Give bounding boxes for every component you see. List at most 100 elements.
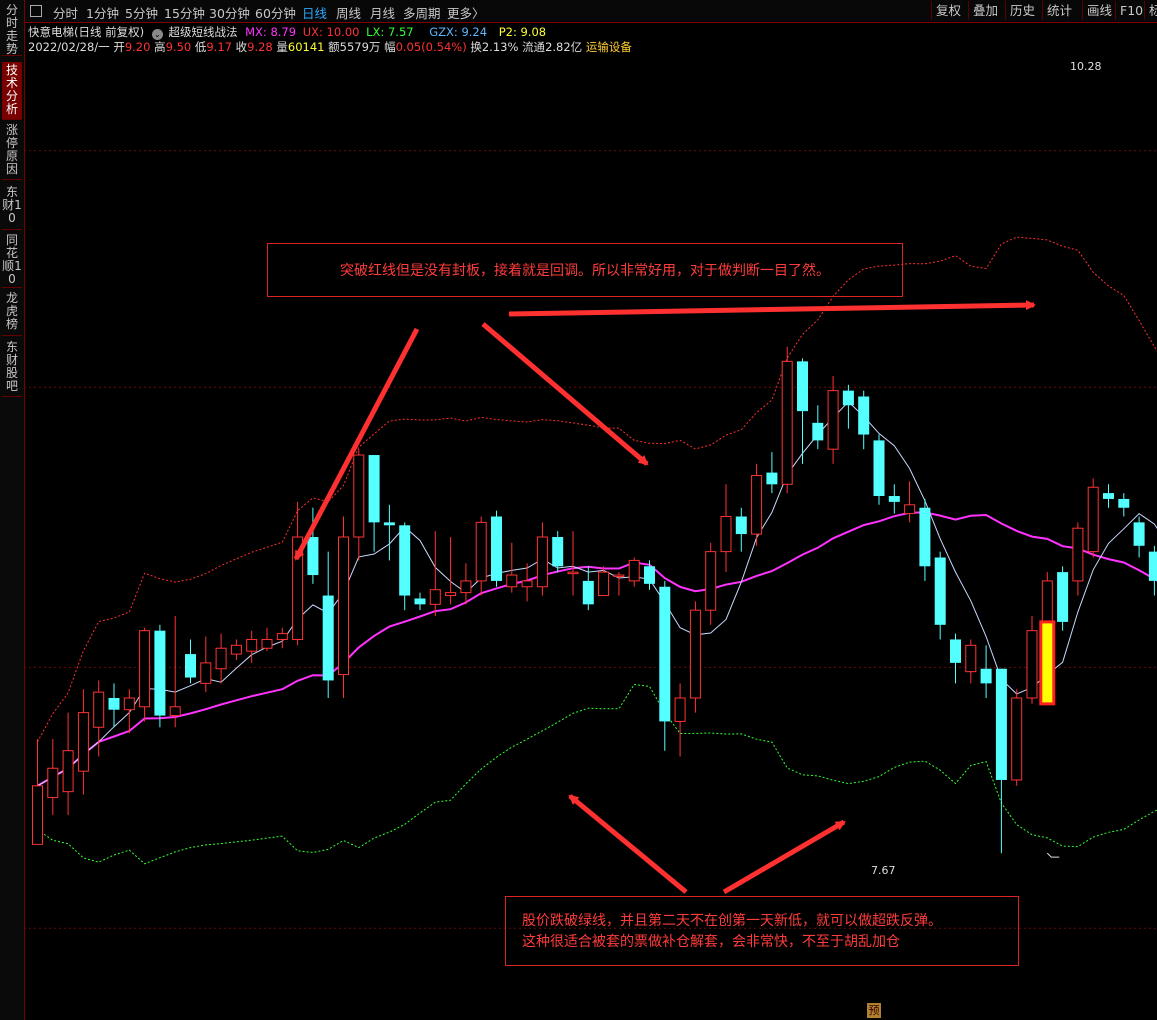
sidebar-tab-limit-up-reason[interactable]: 涨停原因 [2,122,22,180]
signal-bar [1039,620,1056,706]
float-value: 2.82亿 [545,40,583,54]
lx-label: LX: [366,25,388,39]
arrow-to-second-bottom [722,819,846,895]
candle-body-up [475,521,487,582]
candle-body-up [47,767,59,799]
ux-label: UX: [302,25,327,39]
candle-body-up [827,390,839,450]
annotation-bottom: 股价跌破绿线，并且第二天不在创第一天新低，就可以做超跌反弹。 这种很适合被套的票… [505,896,1019,966]
candle-body-up [536,536,548,588]
close-value: 9.28 [247,40,273,54]
candle-body-up [1026,630,1038,699]
window-box-icon[interactable] [30,5,42,17]
period-weekly[interactable]: 周线 [336,3,361,22]
candle-body-down [1148,551,1157,581]
low-price-label: 7.67 [871,864,896,877]
overlay-button[interactable]: 叠加 [968,1,1002,20]
candle-body-up [904,504,916,515]
candle-body-up [674,697,686,722]
candle-body-up [77,712,89,772]
candle-body-up [353,454,365,538]
candle-body-down [644,566,655,584]
mx-readout: MX: 8.79 [245,25,296,39]
candle-body-down [307,537,319,576]
annotation-bottom-line1: 股价跌破绿线，并且第二天不在创第一天新低，就可以做超跌反弹。 [522,913,942,929]
candle-body-up [93,691,105,728]
ux-value: 10.00 [326,25,360,39]
candle-body-down [950,639,961,663]
chevron-right-icon: 〉 [472,6,485,21]
arrow-to-first-bottom [568,794,688,894]
candle-body-up [215,647,227,670]
kline-chart[interactable] [24,54,1157,1020]
candle-body-up [598,571,610,597]
change-value: 0.05(0.54%) [395,40,467,54]
candle-body-down [934,557,946,625]
candle-body-up [506,574,518,588]
tag-button[interactable]: 标 [1144,1,1157,20]
candle-body-down [873,440,885,497]
float-label: 流通 [522,40,546,54]
candle-body-down [980,668,992,684]
sidebar-tab-tonghuashun-10[interactable]: 同花顺10 [2,232,22,288]
amount-value: 5579万 [339,40,381,54]
candle-body-up [429,589,441,605]
forecast-marker[interactable]: 预 [867,1003,881,1018]
indicator-lines [37,236,1157,865]
history-button[interactable]: 历史 [1005,1,1039,20]
candle-body-up [751,475,763,535]
period-multi[interactable]: 多周期 [403,3,441,22]
sidebar-tab-dongcai-10[interactable]: 东财10 [2,184,22,230]
candle-body-up [445,592,457,597]
candle-body-down [919,507,931,567]
sidebar-tab-timeshare[interactable]: 分时走势 [2,2,22,56]
candle-body-down [414,598,426,605]
low-value: 9.17 [206,40,232,54]
candle-body-down [491,516,502,581]
turnover-value: 2.13% [481,40,519,54]
period-1min[interactable]: 1分钟 [86,3,119,22]
period-60min[interactable]: 60分钟 [255,3,296,22]
candle-body-up [689,609,701,699]
period-timeshare[interactable]: 分时 [53,3,78,22]
candle-body-up [781,360,793,485]
candle-body-up [123,697,135,711]
statistics-button[interactable]: 统计 [1042,1,1076,20]
drawing-button[interactable]: 画线 [1082,1,1116,20]
open-value: 9.20 [124,40,151,54]
period-daily[interactable]: 日线 [302,3,327,22]
restore-rights-button[interactable]: 复权 [931,1,965,20]
sidebar-tab-technical-analysis[interactable]: 技术分析 [2,62,22,120]
industry-tag[interactable]: 运输设备 [586,40,632,54]
candle-body-down [797,361,808,412]
candle-body-down [842,390,854,406]
f10-button[interactable]: F10 [1115,1,1147,20]
low-label: 低 [194,40,207,54]
candle-body-up [613,574,625,578]
close-label: 收 [235,40,248,54]
indicator-header: 快意电梯(日线 前复权) ⌄ 超级短线战法 MX: 8.79 UX: 10.00… [28,24,546,40]
period-toolbar: 分时 1分钟 5分钟 15分钟 30分钟 60分钟 日线 周线 月线 多周期 更… [25,0,1157,23]
lx-value: 7.57 [387,25,414,39]
period-30min[interactable]: 30分钟 [209,3,250,22]
candle-body-up [567,571,579,575]
candle-body-down [995,668,1007,780]
candle-body-down [552,537,564,567]
strategy-name[interactable]: 超级短线战法 [168,25,237,39]
candle-body-up [230,644,242,655]
period-monthly[interactable]: 月线 [370,3,395,22]
period-15min[interactable]: 15分钟 [164,3,205,22]
sidebar-tab-guba[interactable]: 东财股吧 [2,339,22,397]
period-more[interactable]: 更多〉 [447,3,485,22]
volume-label: 量 [276,40,288,54]
mx-label: MX: [245,25,271,39]
candle-body-up [1011,697,1023,781]
candle-body-down [766,472,778,485]
left-sidebar: 分时走势 技术分析 涨停原因 东财10 同花顺10 龙虎榜 东财股吧 [0,0,25,1020]
annotation-bottom-line2: 这种很适合被套的票做补仓解套，会非常快，不至于胡乱加仓 [522,934,900,950]
arrow-to-second-peak [481,322,649,466]
sidebar-tab-dragon-tiger[interactable]: 龙虎榜 [2,290,22,336]
candle-body-down [399,525,411,596]
candle-body-up [460,580,472,594]
period-5min[interactable]: 5分钟 [125,3,158,22]
